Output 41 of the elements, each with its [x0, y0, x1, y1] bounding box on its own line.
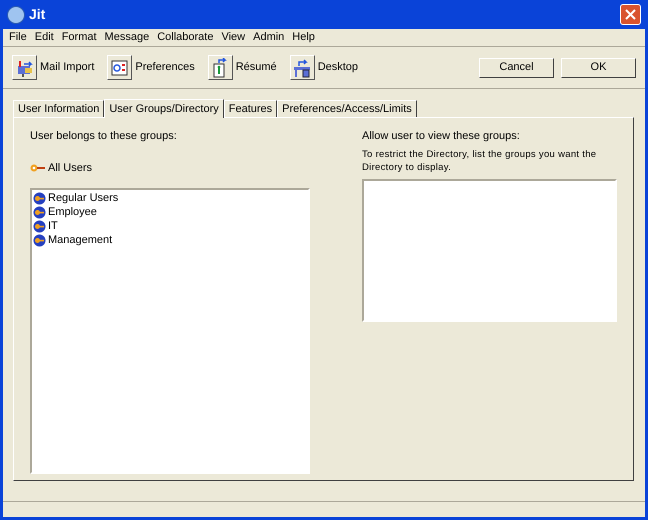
close-icon	[625, 9, 636, 20]
document-icon	[110, 58, 130, 78]
key-icon	[33, 220, 46, 232]
list-item[interactable]: Management	[48, 232, 112, 248]
tab[interactable]: Preferences/Access/Limits	[277, 100, 417, 117]
menu-item[interactable]: Admin	[250, 29, 288, 46]
desk-icon	[292, 58, 312, 78]
tab[interactable]: Features	[224, 100, 278, 117]
menu-item[interactable]: View	[218, 29, 248, 46]
group-label: All Users	[48, 160, 92, 176]
section-heading: User belongs to these groups:	[30, 129, 178, 144]
cancel-button[interactable]: Cancel	[479, 58, 554, 78]
key-icon	[30, 162, 46, 173]
toolbar-button[interactable]	[12, 55, 37, 80]
toolbar-label: Mail Import	[40, 60, 94, 76]
toolbar-label: Résumé	[236, 60, 277, 76]
menu-item[interactable]: Help	[289, 29, 318, 46]
toolbar-label: Preferences	[135, 60, 195, 76]
menu-item[interactable]: File	[6, 29, 30, 46]
menu-item[interactable]: Format	[58, 29, 100, 46]
toolbar-button[interactable]	[208, 55, 233, 80]
menu-item[interactable]: Collaborate	[154, 29, 216, 46]
toolbar-button[interactable]	[107, 55, 132, 80]
key-icon	[33, 234, 46, 246]
key-icon	[33, 206, 46, 218]
tab[interactable]: User Groups/Directory	[104, 99, 224, 118]
list-item[interactable]: Employee	[48, 204, 97, 220]
key-icon	[33, 192, 46, 204]
window-title: Jit	[29, 5, 46, 24]
list-item[interactable]: IT	[48, 218, 58, 234]
menu-item[interactable]: Edit	[32, 29, 57, 46]
section-heading: Allow user to view these groups:	[362, 129, 521, 144]
hint-text: To restrict the Directory, list the groups you want the Directory to display.	[362, 148, 598, 174]
menu-item[interactable]: Message	[102, 29, 152, 46]
close-button[interactable]	[620, 4, 641, 25]
ok-button[interactable]: OK	[561, 58, 636, 78]
toolbar-button[interactable]	[290, 55, 315, 80]
group-list[interactable]: Regular Users Employee IT Management	[30, 188, 310, 474]
tab[interactable]: User Information	[13, 100, 104, 117]
list-item[interactable]: Regular Users	[48, 190, 118, 206]
toolbar-label: Desktop	[318, 60, 358, 76]
